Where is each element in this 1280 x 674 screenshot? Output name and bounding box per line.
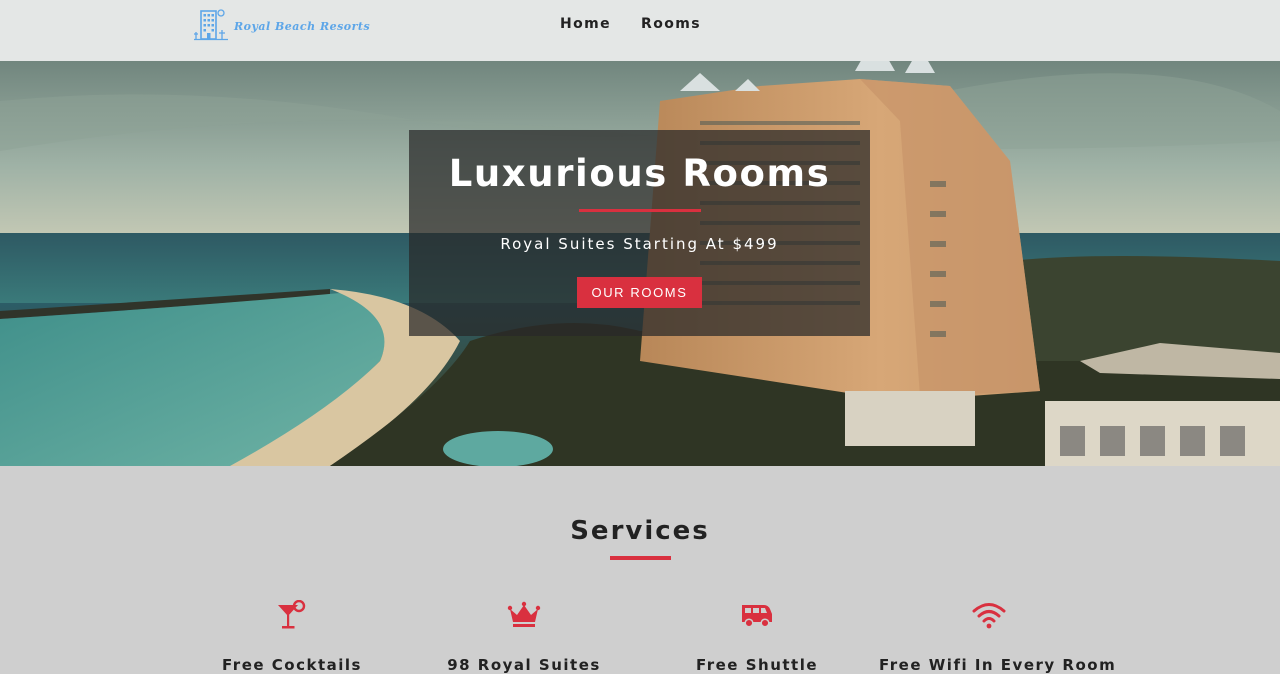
hotel-building-icon — [194, 9, 228, 41]
hero-subtitle: Royal Suites Starting At $499 — [500, 235, 779, 253]
hero-banner: Luxurious Rooms Royal Suites Starting At… — [0, 61, 1280, 466]
hero-title-underline — [578, 209, 701, 212]
top-navbar: Royal Beach Resorts Home Rooms — [0, 0, 1280, 61]
brand-logo[interactable]: Royal Beach Resorts — [194, 8, 370, 42]
nav-rooms-link[interactable]: Rooms — [641, 16, 701, 32]
service-label: Free Wifi In Every Room — [879, 656, 1117, 674]
hero-title: Luxurious Rooms — [448, 152, 831, 195]
nav-home-link[interactable]: Home — [560, 16, 611, 32]
service-label: 98 Royal Suites — [447, 656, 601, 674]
services-heading: Services — [570, 516, 710, 546]
service-item: 98 Royal Suites — [414, 600, 634, 674]
brand-name: Royal Beach Resorts — [234, 19, 371, 33]
our-rooms-button[interactable]: OUR ROOMS — [577, 277, 702, 308]
service-label: Free Cocktails — [222, 656, 362, 674]
services-heading-underline — [610, 556, 671, 560]
wifi-icon — [972, 603, 1006, 629]
hero-overlay-card: Luxurious Rooms Royal Suites Starting At… — [409, 130, 870, 336]
service-item: Free Shuttle — [647, 600, 867, 674]
shuttle-van-icon — [742, 605, 772, 628]
service-label: Free Shuttle — [695, 656, 819, 674]
cocktail-icon — [278, 600, 306, 629]
service-item: Free Cocktails — [182, 600, 402, 674]
crown-icon — [507, 601, 541, 627]
services-section: Services Free Cocktails 98 Royal Suites — [0, 466, 1280, 674]
main-nav: Home Rooms — [560, 16, 731, 32]
service-item: Free Wifi In Every Room — [879, 600, 1117, 674]
